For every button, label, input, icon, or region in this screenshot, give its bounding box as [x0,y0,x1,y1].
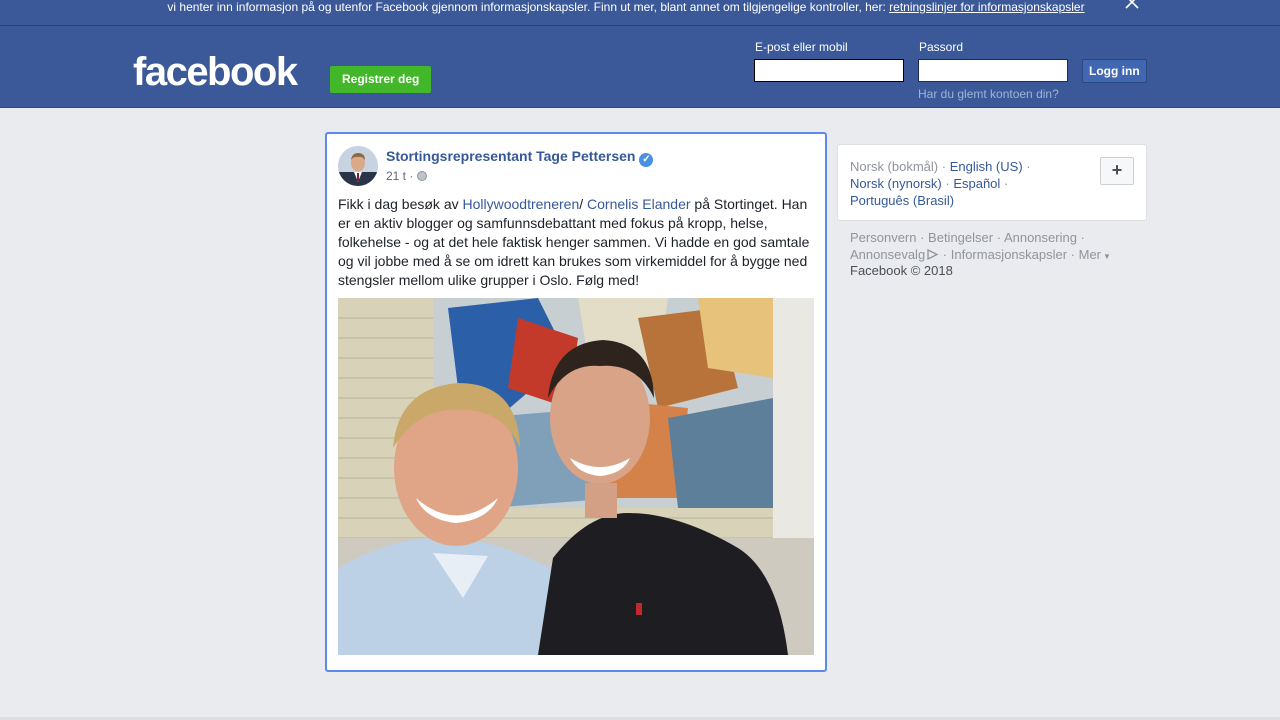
plus-icon: + [1111,160,1123,180]
language-current: Norsk (bokmål) [850,159,939,174]
close-icon[interactable] [1124,0,1140,10]
add-language-button[interactable]: + [1100,157,1134,185]
post-author-row: Stortingsrepresentant Tage Pettersen ✓ [386,148,654,167]
author-avatar[interactable] [338,146,378,186]
post-text-part: Fikk i dag besøk av [338,196,463,212]
email-field[interactable] [754,59,904,82]
footer-link-annonsering[interactable]: Annonsering [1004,230,1077,245]
mention-link-cornelis-elander[interactable]: Cornelis Elander [587,196,691,212]
footer-link-betingelser[interactable]: Betingelser [928,230,993,245]
cookie-policy-link[interactable]: retningslinjer for informasjonskapsler [889,0,1084,14]
forgot-account-link[interactable]: Har du glemt kontoen din? [918,87,1059,101]
post-text-part: / [579,196,588,212]
password-label: Passord [919,40,964,54]
language-espanol[interactable]: Español [953,176,1000,191]
post-text: Fikk i dag besøk av Hollywoodtreneren/ C… [338,195,816,290]
footer-link-mer[interactable]: Mer [1079,247,1101,262]
password-field[interactable] [918,59,1068,82]
footer-link-personvern[interactable]: Personvern [850,230,916,245]
post-card: Stortingsrepresentant Tage Pettersen ✓ 21… [325,132,827,672]
cookie-banner: vi henter inn informasjon på og utenfor … [0,0,1280,26]
globe-icon [417,171,428,181]
copyright: Facebook © 2018 [850,263,953,278]
mention-link-hollywoodtreneren[interactable]: Hollywoodtreneren [463,196,580,212]
email-label: E-post eller mobil [755,40,848,54]
footer-links: Personvern · Betingelser · Annonsering ·… [850,230,1111,262]
language-portugues-brasil[interactable]: Português (Brasil) [850,193,954,208]
post-timestamp[interactable]: 21 t · [386,169,413,183]
language-selector: Norsk (bokmål) · English (US) · Norsk (n… [837,144,1147,221]
language-norsk-nynorsk[interactable]: Norsk (nynorsk) [850,176,942,191]
facebook-logo[interactable]: facebook [133,50,298,94]
caret-down-icon: ▼ [1103,252,1111,261]
header-bar: facebook Registrer deg E-post eller mobi… [0,26,1280,108]
verified-badge-icon: ✓ [639,153,654,167]
language-list: Norsk (bokmål) · English (US) · Norsk (n… [850,159,1031,208]
footer-link-annonsevalg[interactable]: Annonsevalg [850,247,925,262]
register-button[interactable]: Registrer deg [330,66,432,93]
adchoices-icon [927,248,939,261]
footer-link-informasjonskapsler[interactable]: Informasjonskapsler [951,247,1067,262]
login-button[interactable]: Logg inn [1082,59,1147,83]
post-author-link[interactable]: Stortingsrepresentant Tage Pettersen [386,148,635,164]
cookie-banner-text-wrap: vi henter inn informasjon på og utenfor … [0,0,1252,14]
post-photo[interactable] [338,298,814,655]
cookie-banner-text: vi henter inn informasjon på og utenfor … [167,0,890,14]
language-english-us[interactable]: English (US) [950,159,1023,174]
post-meta: 21 t · [386,169,428,183]
